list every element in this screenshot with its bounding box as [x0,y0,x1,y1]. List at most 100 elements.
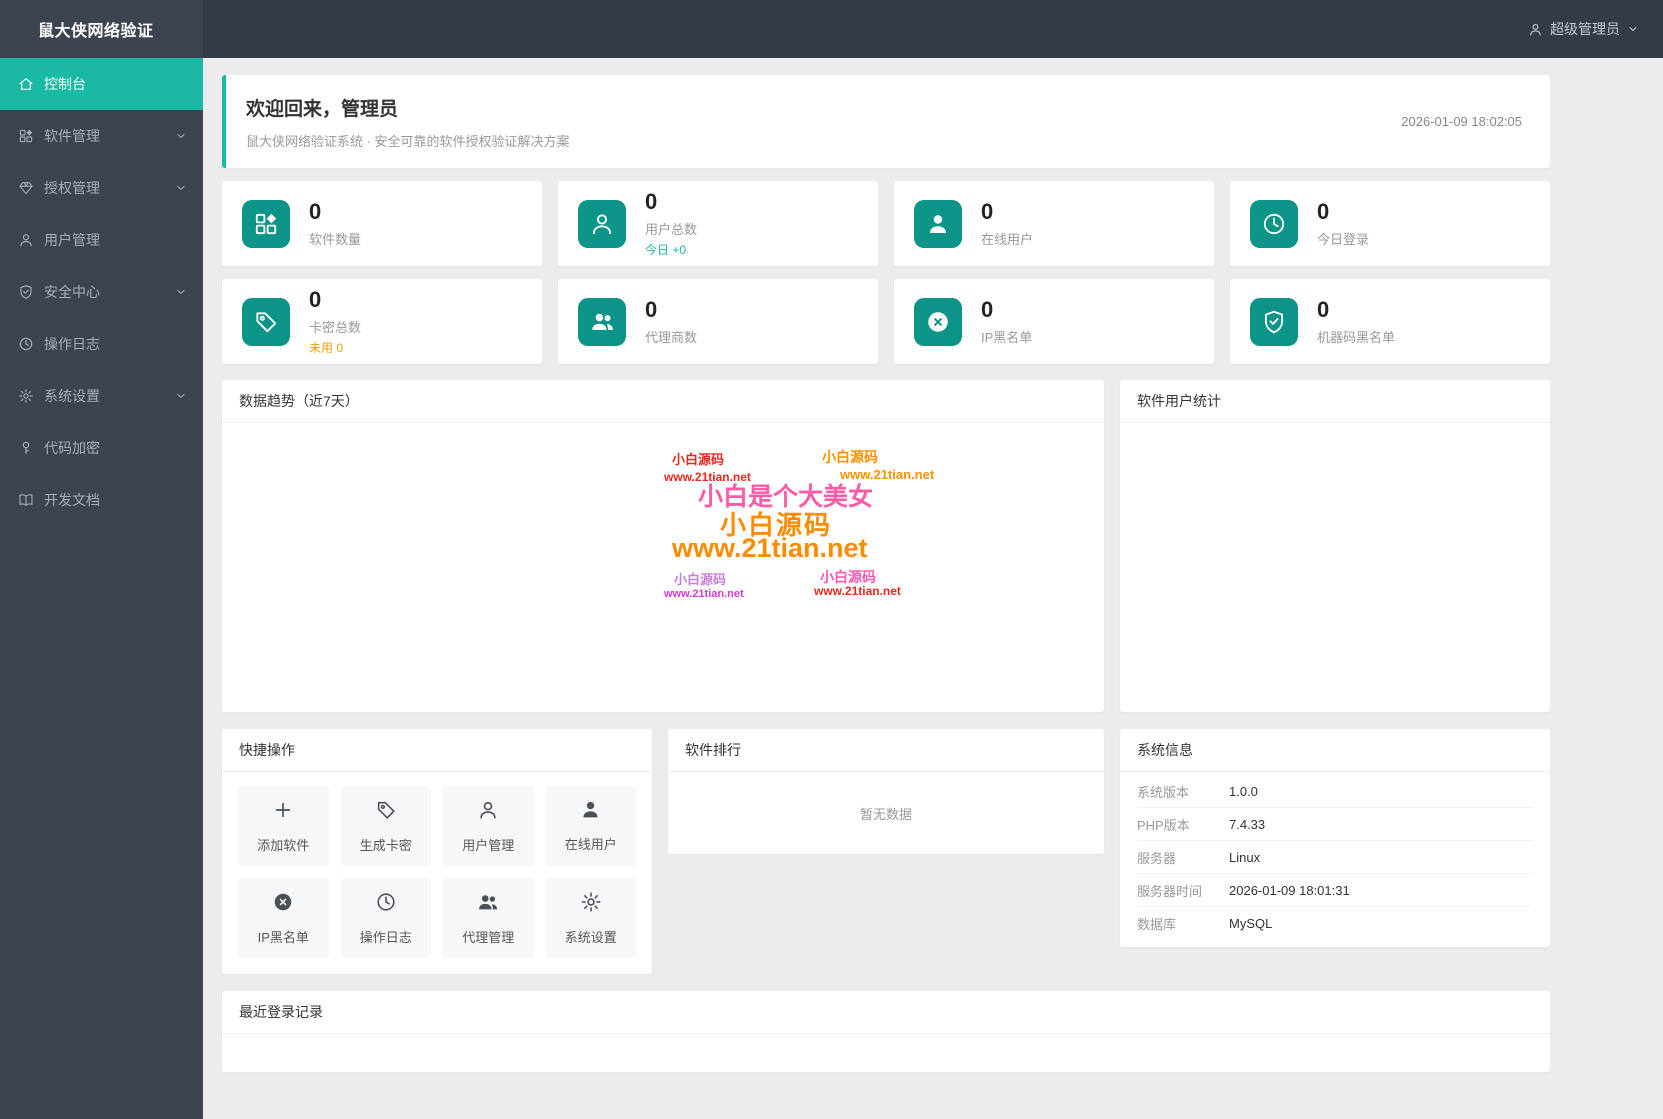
user-icon [18,232,34,248]
chevron-down-icon [175,286,187,298]
quick-actions-panel: 快捷操作 添加软件 生成卡密 用户管理 在线用户 IP黑名单 操作日志 代理管理… [222,729,652,974]
recent-logins-title: 最近登录记录 [222,991,1550,1034]
clock-icon [375,891,397,918]
app-logo-title: 鼠大侠网络验证 [38,23,154,40]
info-value: 1.0.0 [1229,783,1258,799]
main-column: 超级管理员 欢迎回来，管理员 鼠大侠网络验证系统 · 安全可靠的软件授权验证解决… [203,0,1663,1119]
stat-label: 今日登录 [1317,231,1370,247]
system-info-row: 数据库 MySQL [1137,907,1533,940]
system-info-row: 系统版本 1.0.0 [1137,775,1533,808]
info-value: 7.4.33 [1229,816,1266,832]
software-users-title: 软件用户统计 [1120,380,1550,423]
info-value: Linux [1229,849,1261,865]
tag-icon [375,799,397,826]
sidebar-item-label: 系统设置 [44,388,100,404]
sidebar-item-settings[interactable]: 系统设置 [0,370,203,422]
app-root: 鼠大侠网络验证 控制台 软件管理 授权管理 用户管理 安全中心 操作日志 系统设… [0,0,1663,1119]
stat-value: 0 [1317,199,1330,225]
gem-icon [18,180,34,196]
stat-value: 0 [981,297,994,323]
info-label: 数据库 [1137,917,1177,932]
grid-icon [242,199,290,248]
shield-check-icon [1250,297,1298,346]
sidebar-item-label: 软件管理 [44,128,100,144]
quick-action-label: 用户管理 [462,837,515,853]
stat-value: 0 [645,297,658,323]
sidebar-item-users[interactable]: 用户管理 [0,214,203,266]
quick-action-label: IP黑名单 [257,929,309,945]
stat-text: 0 IP黑名单 [981,297,1032,345]
sidebar-item-console[interactable]: 控制台 [0,58,203,110]
stat-text: 0 在线用户 [981,199,1033,247]
stat-value: 0 [645,189,658,215]
quick-action-label: 代理管理 [462,929,515,945]
user-icon [1528,22,1543,37]
key-icon [18,440,34,456]
stat-card-online-users: 0 在线用户 [894,181,1214,266]
sidebar-item-label: 用户管理 [44,232,100,248]
sidebar-item-logs[interactable]: 操作日志 [0,318,203,370]
quick-action-agent-management[interactable]: 代理管理 [443,878,534,958]
watermark-text: 小白源码 [822,449,878,465]
info-value: MySQL [1229,916,1273,931]
system-info-title: 系统信息 [1120,729,1550,772]
user-menu[interactable]: 超级管理员 [1528,19,1639,39]
main-content: 欢迎回来，管理员 鼠大侠网络验证系统 · 安全可靠的软件授权验证解决方案 202… [203,58,1663,1119]
current-datetime: 2026-01-09 18:02:05 [1401,114,1522,129]
quick-action-user-management[interactable]: 用户管理 [443,786,534,866]
quick-action-operation-logs[interactable]: 操作日志 [340,878,431,958]
quick-action-label: 添加软件 [257,837,310,853]
clock-icon [18,336,34,352]
stat-label: 卡密总数 [309,319,362,335]
info-label: 系统版本 [1137,784,1190,800]
stat-label: 机器码黑名单 [1317,329,1396,345]
quick-action-label: 系统设置 [564,929,617,945]
stat-card-card-keys: 0 卡密总数 未用 0 [222,279,542,364]
user-filled-icon [580,799,601,825]
stat-label: 代理商数 [645,329,698,345]
stat-text: 0 代理商数 [645,297,697,345]
welcome-text: 欢迎回来，管理员 鼠大侠网络验证系统 · 安全可靠的软件授权验证解决方案 [246,94,570,150]
watermark-text: 小白源码 [674,572,727,587]
quick-action-ip-blacklist[interactable]: IP黑名单 [238,878,329,958]
quick-action-generate-keys[interactable]: 生成卡密 [340,786,431,866]
stat-text: 0 卡密总数 未用 0 [309,287,361,355]
quick-action-add-software[interactable]: 添加软件 [238,786,329,866]
recent-logins-body [222,1034,1550,1072]
quick-action-system-settings[interactable]: 系统设置 [545,878,636,958]
system-info-list: 系统版本 1.0.0 PHP版本 7.4.33 服务器 Linux 服务器时间 … [1120,772,1550,947]
sidebar-item-software[interactable]: 软件管理 [0,110,203,162]
info-value: 2026-01-09 18:01:31 [1229,882,1350,898]
quick-action-label: 生成卡密 [359,837,412,853]
chevron-down-icon [175,390,187,402]
user-filled-icon [914,199,962,248]
quick-action-online-users[interactable]: 在线用户 [545,786,636,866]
welcome-subtitle: 鼠大侠网络验证系统 · 安全可靠的软件授权验证解决方案 [246,133,570,149]
plus-icon [272,799,294,826]
stat-card-today-logins: 0 今日登录 [1230,181,1550,266]
home-icon [18,76,34,92]
stat-text: 0 今日登录 [1317,199,1369,247]
sidebar-item-label: 安全中心 [44,284,100,300]
stat-card-user-total: 0 用户总数 今日 +0 [558,181,878,266]
software-users-panel: 软件用户统计 [1120,380,1550,712]
x-circle-icon [914,297,962,346]
sidebar-item-encrypt[interactable]: 代码加密 [0,422,203,474]
recent-logins-panel: 最近登录记录 [222,991,1550,1072]
watermark-text: www.21tian.net [664,588,744,600]
grid-icon [18,128,34,144]
quick-action-label: 操作日志 [359,929,412,945]
book-icon [18,492,34,508]
topbar: 超级管理员 [203,0,1663,58]
charts-row: 数据趋势（近7天） 小白源码 www.21tian.net 小白源码 www.2… [222,380,1550,712]
info-label: PHP版本 [1137,817,1190,833]
watermark-text: 小白源码 [672,452,725,467]
stat-label: 在线用户 [981,231,1034,247]
info-label: 服务器时间 [1137,883,1203,899]
sidebar-item-docs[interactable]: 开发文档 [0,474,203,526]
sidebar-item-license[interactable]: 授权管理 [0,162,203,214]
sidebar-item-label: 代码加密 [44,440,100,456]
sidebar-item-security[interactable]: 安全中心 [0,266,203,318]
stat-card-agents: 0 代理商数 [558,279,878,364]
stat-label: 用户总数 [645,221,698,237]
